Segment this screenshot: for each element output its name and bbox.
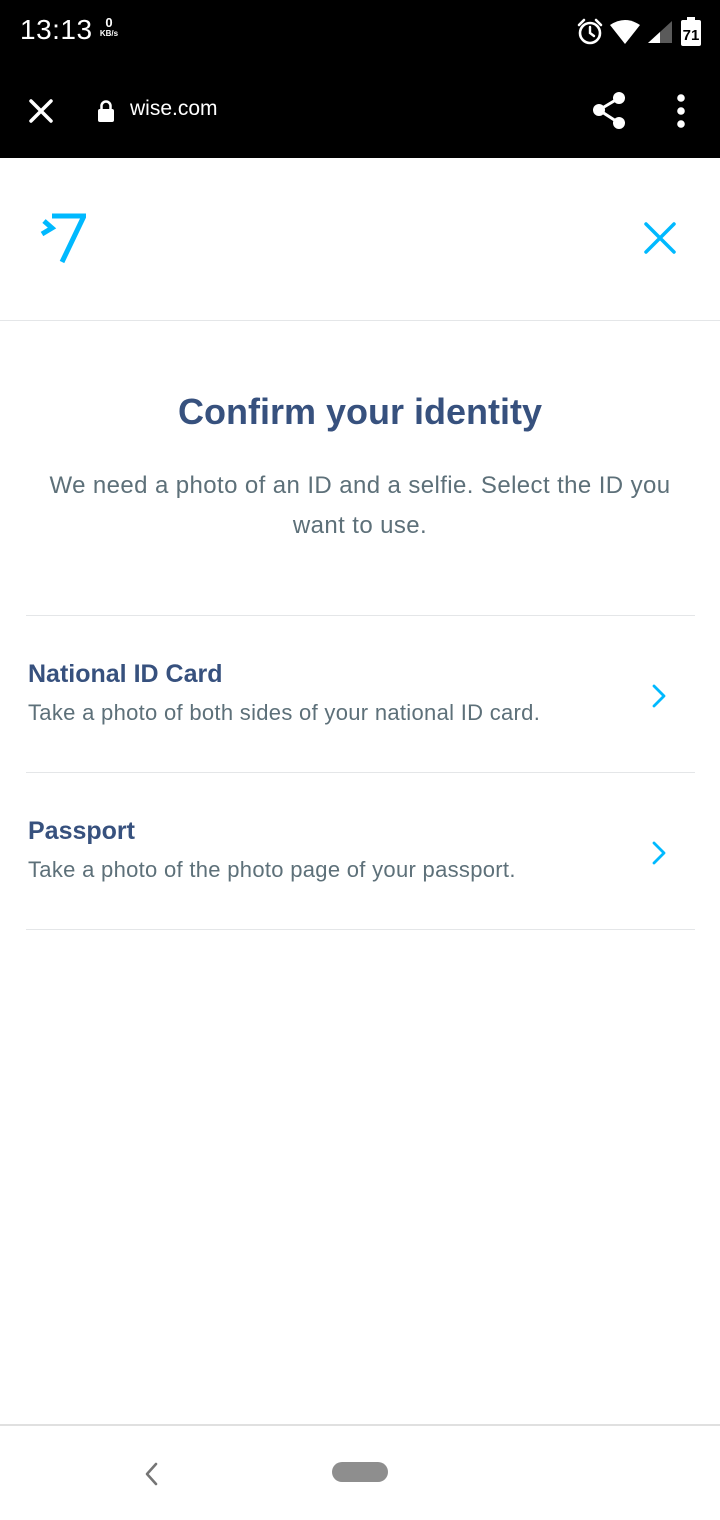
browser-url[interactable]: wise.com [130,97,218,121]
close-icon[interactable] [640,218,680,258]
page-header [0,158,720,321]
cellular-signal-icon [648,21,672,43]
passport-option[interactable]: Passport Take a photo of the photo page … [26,773,695,930]
network-speed: 0 KB/s [96,16,122,38]
share-icon[interactable] [588,90,630,132]
lock-icon [98,100,114,122]
option-title: Passport [28,817,135,845]
id-option-list: National ID Card Take a photo of both si… [26,615,695,930]
wise-logo[interactable] [38,212,86,264]
option-description: Take a photo of the photo page of your p… [28,857,516,882]
page-subtitle: We need a photo of an ID and a selfie. S… [49,472,671,539]
chevron-right-icon [652,684,666,708]
close-icon[interactable] [22,92,60,130]
network-speed-unit: KB/s [99,29,119,38]
page-title: Confirm your identity [177,391,542,432]
status-time: 13:13 [20,14,93,45]
chevron-right-icon [652,841,666,865]
network-speed-value: 0 [105,15,113,30]
browser-toolbar: wise.com [0,64,720,158]
wifi-icon [610,20,640,44]
back-icon[interactable] [138,1458,164,1490]
system-navigation-bar [0,1424,720,1520]
battery-level: 71 [683,27,700,44]
option-title: National ID Card [28,660,223,688]
national-id-card-option[interactable]: National ID Card Take a photo of both si… [26,616,695,773]
option-description: Take a photo of both sides of your natio… [28,700,541,725]
more-vert-icon[interactable] [666,90,696,132]
status-bar: 13:13 0 KB/s 71 [0,0,720,64]
home-pill[interactable] [332,1462,388,1482]
alarm-icon [577,18,603,45]
status-icons: 71 [576,16,702,48]
battery-icon: 71 [681,17,701,46]
